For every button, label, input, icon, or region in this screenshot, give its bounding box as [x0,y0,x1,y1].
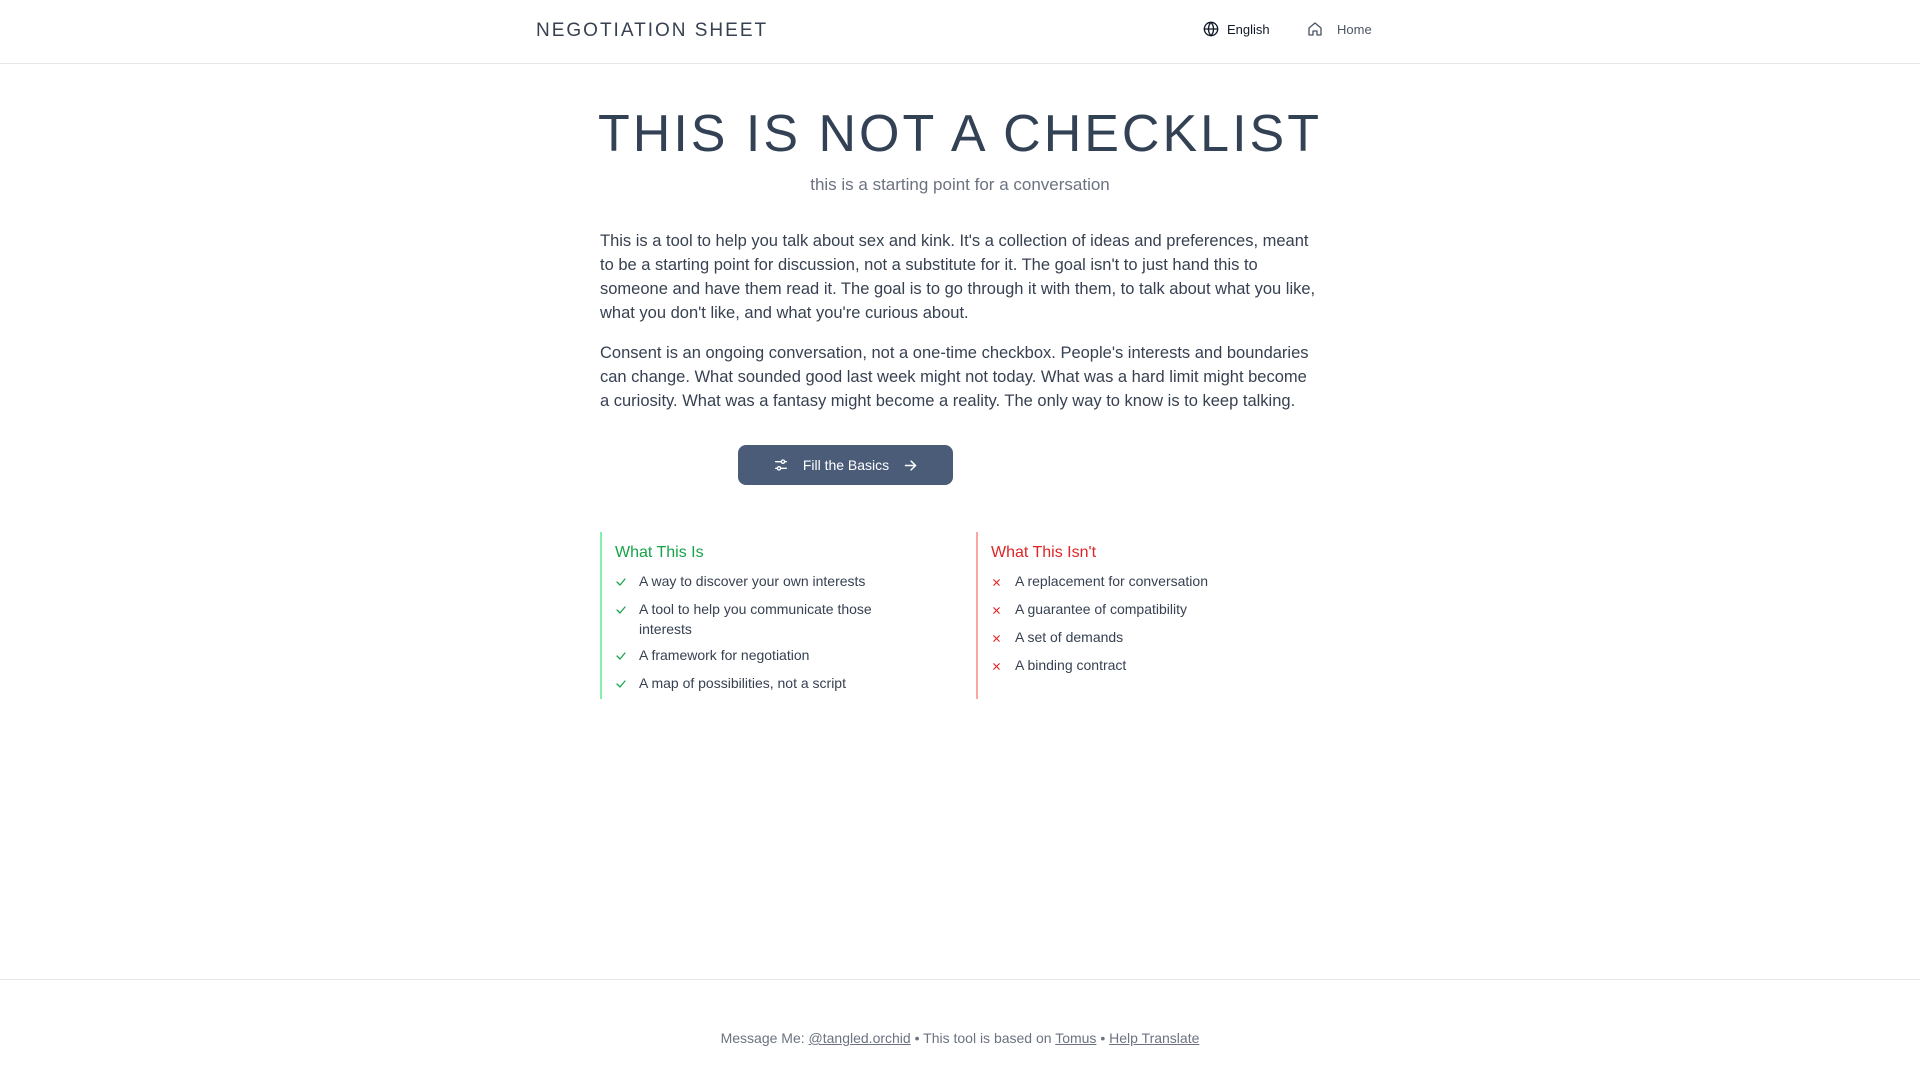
list-item-text: A guarantee of compatibility [1015,601,1187,617]
intro-paragraph-1: This is a tool to help you talk about se… [600,232,1316,322]
footer-separator: • [914,1030,920,1046]
home-icon [1308,22,1322,36]
list-item-text: A map of possibilities, not a script [639,675,846,691]
sliders-icon [774,459,787,471]
list-item-text: A framework for negotiation [639,647,810,663]
footer-message-prefix: Message Me: [720,1030,805,1046]
list-item: A replacement for conversation [991,571,1336,593]
footer-tomus-link[interactable]: Tomus [1055,1030,1096,1046]
list-item: A map of possibilities, not a script [615,673,970,695]
list-item: A set of demands [991,627,1336,649]
check-icon [615,673,639,695]
top-navigation-bar: NEGOTIATION SHEET English Home [0,0,1920,64]
what-this-isnt-title: What This Isn't [991,544,1097,561]
list-item: A framework for negotiation [615,645,970,667]
list-item-text: A tool to help you communicate those int… [639,601,872,637]
page-title: THIS IS NOT A CHECKLIST [598,105,1322,163]
what-this-is-panel: What This Is A way to discover your own … [600,532,970,699]
footer-line: Message Me: @tangled.orchid • This tool … [0,1030,1920,1046]
list-item-text: A set of demands [1015,629,1124,645]
check-icon [615,571,639,593]
what-this-is-list: A way to discover your own interests A t… [615,571,970,695]
check-icon [615,599,639,621]
language-label: English [1227,21,1270,37]
arrow-right-icon [904,459,917,471]
what-this-isnt-panel: What This Isn't A replacement for conver… [976,532,1336,699]
footer-based-on-text: This tool is based on [923,1030,1052,1046]
home-label: Home [1337,21,1372,37]
fill-basics-label: Fill the Basics [802,457,890,473]
page-subtitle: this is a starting point for a conversat… [810,175,1110,194]
language-selector[interactable]: English [1203,21,1270,37]
footer-help-translate-link[interactable]: Help Translate [1109,1030,1199,1046]
globe-icon [1203,21,1219,37]
list-item: A guarantee of compatibility [991,599,1336,621]
cross-icon [991,655,1015,677]
site-brand[interactable]: NEGOTIATION SHEET [536,20,768,42]
fill-basics-button[interactable]: Fill the Basics [738,445,953,485]
intro-paragraph-2: Consent is an ongoing conversation, not … [600,344,1309,410]
what-this-is-title: What This Is [615,544,704,561]
list-item-text: A binding contract [1015,657,1127,673]
page-footer: Message Me: @tangled.orchid • This tool … [0,979,1920,1080]
list-item-text: A way to discover your own interests [639,573,866,589]
what-this-isnt-list: A replacement for conversation A guarant… [991,571,1336,677]
footer-separator: • [1100,1030,1106,1046]
check-icon [615,645,639,667]
list-item: A way to discover your own interests [615,571,970,593]
cross-icon [991,627,1015,649]
home-link[interactable]: Home [1307,21,1372,37]
footer-handle-link[interactable]: @tangled.orchid [809,1030,911,1046]
list-item-text: A replacement for conversation [1015,573,1208,589]
list-item: A binding contract [991,655,1336,677]
cross-icon [991,571,1015,593]
cross-icon [991,599,1015,621]
list-item: A tool to help you communicate those int… [615,599,970,639]
